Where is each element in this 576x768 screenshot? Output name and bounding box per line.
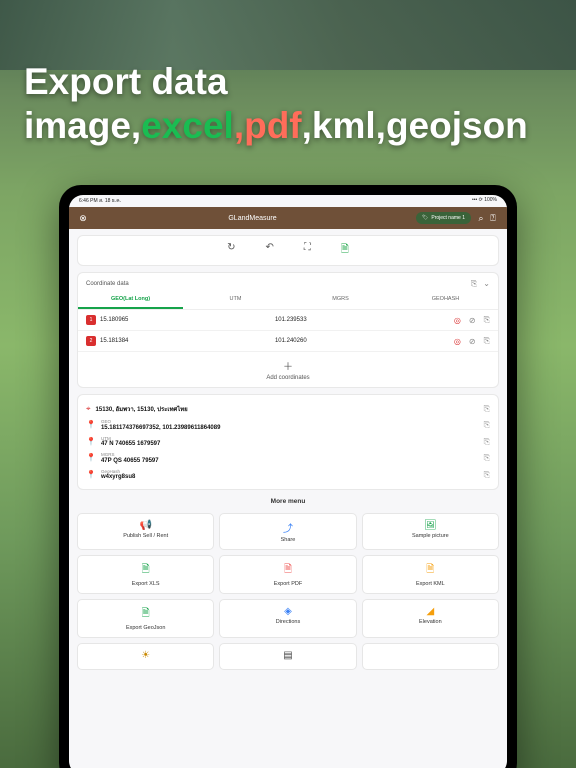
search-icon[interactable]: ⌕ (475, 212, 487, 224)
battery-icon: ▤ (283, 650, 292, 661)
copy-icon[interactable]: ⎘ (484, 453, 490, 463)
copy-icon[interactable]: ⎘ (484, 404, 490, 414)
directions-button[interactable]: ◈Directions (219, 599, 356, 638)
directions-icon: ◈ (284, 606, 292, 617)
copy-icon[interactable]: ⎘ (484, 315, 490, 325)
help-icon[interactable]: ⍰ (487, 212, 499, 224)
tablet-frame: 6:46 PM ส. 18 ธ.ค. ••• ⟳ 100% ⊗ GLandMea… (59, 185, 517, 768)
geojson-icon: 🗎 (142, 606, 150, 623)
coord-tabs: GEO(Lat Long) UTM MGRS GEOHASH (78, 291, 498, 310)
weather-button[interactable]: ☀ (77, 643, 214, 670)
more-menu-grid: 📢Publish Sell / Rent ⤴Share 🖼Sample pict… (77, 513, 499, 670)
copy-icon[interactable]: ⎘ (471, 279, 477, 289)
chevron-down-icon[interactable]: ⌄ (483, 279, 490, 289)
close-icon[interactable]: ⊗ (77, 212, 89, 224)
image-icon: 🖼 (424, 520, 437, 531)
target-icon[interactable]: ◎ (454, 337, 461, 346)
copy-icon[interactable]: ⎘ (484, 437, 490, 447)
sun-icon: ☀ (141, 650, 150, 661)
export-xls-button[interactable]: 🗎Export XLS (77, 555, 214, 594)
elevation-icon: ◢ (426, 606, 434, 617)
pin-icon: 📍 (86, 453, 96, 462)
coord-row: 2 15.181384 101.240260 ◎ ⊘ ⎘ (78, 331, 498, 352)
scan-icon[interactable]: ⛶ (304, 242, 311, 259)
target-icon[interactable]: ◎ (454, 316, 461, 325)
menu-button[interactable]: ▤ (219, 643, 356, 670)
copy-icon[interactable]: ⎘ (484, 336, 490, 346)
app-bar: ⊗ GLandMeasure 🏷Project name 1 ⌕ ⍰ (69, 207, 507, 229)
campaign-icon: 📢 (139, 520, 151, 531)
elevation-button[interactable]: ◢Elevation (362, 599, 499, 638)
xls-icon: 🗎 (142, 562, 150, 579)
sample-picture-button[interactable]: 🖼Sample picture (362, 513, 499, 550)
coord-card: Coordinate data ⎘ ⌄ GEO(Lat Long) UTM MGR… (77, 272, 499, 388)
pdf-icon: 🗎 (284, 562, 292, 579)
copy-icon[interactable]: ⎘ (484, 420, 490, 430)
more-menu-title: More menu (77, 496, 499, 507)
app-title: GLandMeasure (89, 215, 416, 222)
block-icon[interactable]: ⊘ (469, 337, 476, 346)
info-card: ⌖15130, อัมพวา, 15130, ประเทศไทย⎘ 📍GEO15… (77, 394, 499, 490)
status-bar: 6:46 PM ส. 18 ธ.ค. ••• ⟳ 100% (69, 195, 507, 207)
tab-geo[interactable]: GEO(Lat Long) (78, 291, 183, 309)
add-coordinates-button[interactable]: ＋ Add coordinates (78, 352, 498, 387)
copy-icon[interactable]: ⎘ (484, 470, 490, 480)
file-icon[interactable]: 🗎 (341, 242, 349, 259)
pin-icon: 📍 (86, 470, 96, 479)
menu-button[interactable] (362, 643, 499, 670)
plus-icon: ＋ (84, 358, 492, 373)
export-pdf-button[interactable]: 🗎Export PDF (219, 555, 356, 594)
publish-button[interactable]: 📢Publish Sell / Rent (77, 513, 214, 550)
kml-icon: 🗎 (426, 562, 434, 579)
export-kml-button[interactable]: 🗎Export KML (362, 555, 499, 594)
tab-geohash[interactable]: GEOHASH (393, 291, 498, 309)
location-icon: ⌖ (86, 404, 91, 414)
tool-row: ↻ ↶ ⛶ 🗎 (77, 235, 499, 266)
tab-mgrs[interactable]: MGRS (288, 291, 393, 309)
coord-row: 1 15.180965 101.239533 ◎ ⊘ ⎘ (78, 310, 498, 331)
project-pill[interactable]: 🏷Project name 1 (416, 212, 471, 224)
tab-utm[interactable]: UTM (183, 291, 288, 309)
reload-icon[interactable]: ↻ (227, 242, 235, 259)
export-geojson-button[interactable]: 🗎Export GeoJson (77, 599, 214, 638)
undo-icon[interactable]: ↶ (265, 242, 273, 259)
pin-icon: 📍 (86, 420, 96, 429)
pin-icon: 📍 (86, 437, 96, 446)
block-icon[interactable]: ⊘ (469, 316, 476, 325)
share-button[interactable]: ⤴Share (219, 513, 356, 550)
share-icon: ⤴ (283, 520, 293, 535)
coord-title: Coordinate data (86, 281, 129, 287)
headline: Export data image,excel,pdf,kml,geojson (24, 60, 556, 147)
